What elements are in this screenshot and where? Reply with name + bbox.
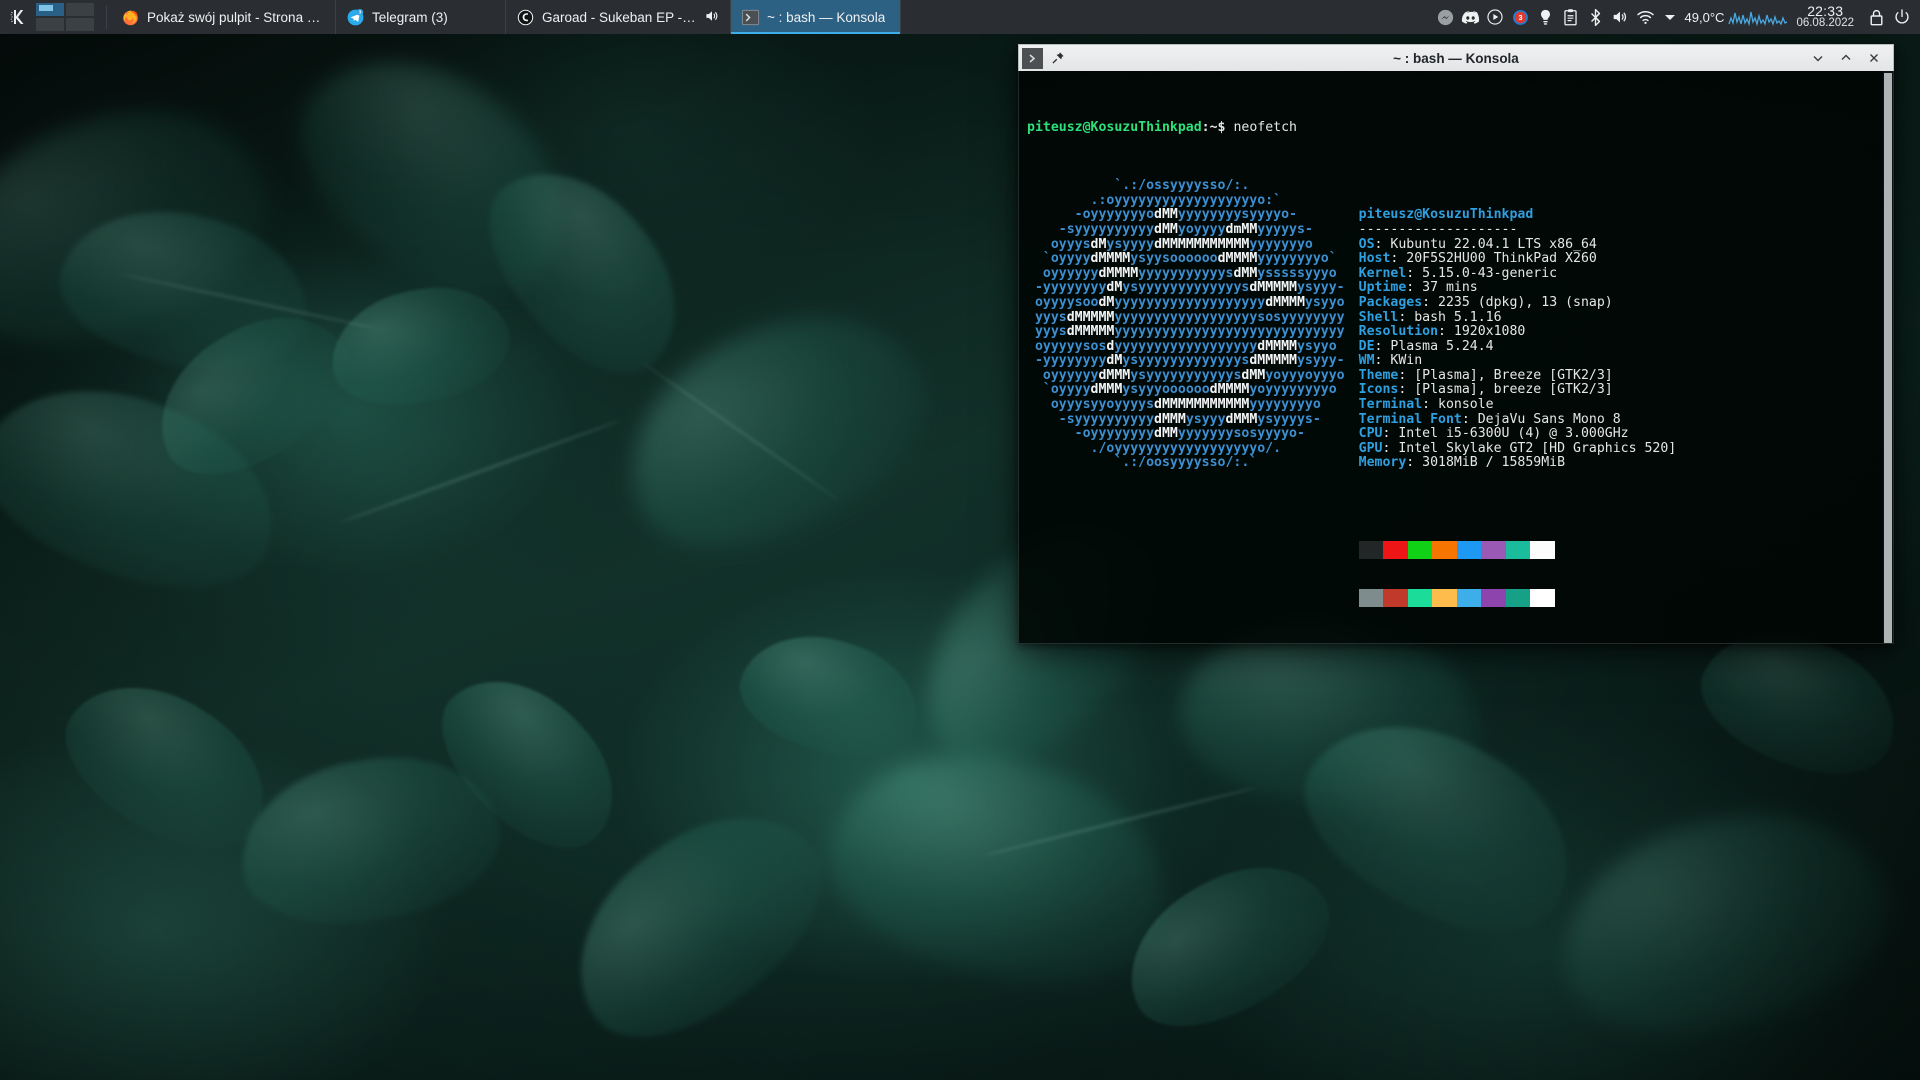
neofetch-output: `.:/ossyyyysso/:. .:oyyyyyyyyyyyyyyyyyyo…: [1027, 178, 1893, 643]
pager-desktop-3[interactable]: [36, 18, 64, 31]
pager-desktop-1[interactable]: [36, 3, 64, 16]
clock-time: 22:33: [1807, 3, 1844, 19]
palette-swatch-bright-4: [1456, 588, 1482, 607]
prompt-user-host: piteusz@KosuzuThinkpad: [1027, 119, 1202, 135]
konsole-titlebar[interactable]: ~ : bash — Konsola: [1018, 44, 1894, 71]
taskbar-item-audacious[interactable]: Garoad - Sukeban EP - E...: [506, 0, 731, 34]
terminal-command-line: piteusz@KosuzuThinkpad:~$ neofetch: [1027, 119, 1893, 136]
palette-swatch-bright-7: [1530, 588, 1555, 607]
taskbar-item-label: Garoad - Sukeban EP - E...: [542, 9, 697, 25]
taskbar-item-konsole[interactable]: ~ : bash — Konsola: [731, 0, 901, 34]
neofetch-color-palette: [1358, 512, 1677, 636]
pager-window-preview: [39, 5, 53, 11]
clock-date: 06.08.2022: [1796, 17, 1854, 30]
palette-swatch-bright-2: [1407, 588, 1433, 607]
taskbar-item-label: Telegram (3): [372, 9, 448, 25]
palette-swatch-normal-3: [1432, 541, 1457, 560]
palette-swatch-bright-6: [1505, 588, 1531, 607]
media-player-icon[interactable]: [1483, 0, 1508, 34]
telegram-icon: 3: [346, 8, 365, 27]
pin-icon[interactable]: [1049, 49, 1067, 67]
pager-desktop-2[interactable]: [66, 3, 94, 16]
palette-swatch-normal-4: [1456, 541, 1482, 560]
volume-icon[interactable]: [1608, 0, 1633, 34]
kde-panel: Pokaż swój pulpit - Strona 56... 3 Teleg…: [0, 0, 1920, 34]
network-monitor-graph[interactable]: [1726, 0, 1790, 34]
messenger-icon[interactable]: [1433, 0, 1458, 34]
palette-swatch-normal-7: [1530, 541, 1555, 560]
digital-clock[interactable]: 22:33 06.08.2022: [1790, 4, 1864, 30]
pager-desktop-4[interactable]: [66, 18, 94, 31]
prompt-path: :~$: [1201, 119, 1226, 135]
konsole-icon: [741, 8, 760, 27]
wallpaper-leaf: [1542, 787, 1908, 1058]
discord-icon[interactable]: [1458, 0, 1483, 34]
palette-swatch-bright-3: [1432, 588, 1457, 607]
wallpaper-leaf-vein: [338, 418, 622, 525]
palette-swatch-bright-1: [1383, 588, 1408, 607]
notifications-icon[interactable]: 3: [1508, 0, 1533, 34]
palette-swatch-bright-0: [1358, 588, 1384, 607]
system-tray: 3 49,0°C 22:33 06.08.2022: [1433, 0, 1920, 34]
palette-swatch-normal-6: [1505, 541, 1531, 560]
palette-swatch-normal-0: [1358, 541, 1384, 560]
cpu-temperature-label: 49,0°C: [1684, 9, 1725, 25]
konsole-window-title: ~ : bash — Konsola: [1393, 50, 1519, 66]
lock-icon[interactable]: [1864, 0, 1889, 34]
taskbar-item-telegram[interactable]: 3 Telegram (3): [336, 0, 506, 34]
konsole-window[interactable]: ~ : bash — Konsola piteusz@KosuzuThinkpa…: [1018, 44, 1894, 644]
panel-separator: [106, 5, 107, 29]
palette-swatch-normal-1: [1383, 541, 1408, 560]
neofetch-ascii-logo: `.:/ossyyyysso/:. .:oyyyyyyyyyyyyyyyyyyo…: [1034, 178, 1345, 471]
firefox-icon: [121, 8, 140, 27]
terminal-screen[interactable]: piteusz@KosuzuThinkpad:~$ neofetch `.:/o…: [1018, 71, 1894, 644]
vertical-scrollbar[interactable]: [1883, 71, 1893, 643]
taskbar-item-label: ~ : bash — Konsola: [767, 9, 886, 25]
bulb-icon[interactable]: [1533, 0, 1558, 34]
minimize-icon[interactable]: [1805, 47, 1831, 69]
palette-row-normal: [1358, 541, 1677, 560]
wifi-icon[interactable]: [1633, 0, 1658, 34]
audacious-icon: [516, 8, 535, 27]
scrollbar-thumb[interactable]: [1884, 73, 1892, 643]
hamburger-menu-icon[interactable]: [1022, 47, 1043, 69]
virtual-desktop-pager[interactable]: [36, 0, 102, 34]
taskbar-item-firefox[interactable]: Pokaż swój pulpit - Strona 56...: [111, 0, 336, 34]
taskbar-item-label: Pokaż swój pulpit - Strona 56...: [147, 9, 325, 25]
close-icon[interactable]: [1861, 47, 1887, 69]
neofetch-info-block: piteusz@KosuzuThinkpad -----------------…: [1358, 207, 1677, 471]
palette-row-bright: [1358, 588, 1677, 607]
svg-text:3: 3: [1518, 13, 1522, 22]
power-icon[interactable]: [1889, 0, 1914, 34]
tray-expand-icon[interactable]: [1658, 0, 1683, 34]
prompt-command: neofetch: [1225, 119, 1297, 135]
maximize-icon[interactable]: [1833, 47, 1859, 69]
palette-swatch-normal-2: [1407, 541, 1433, 560]
speaker-icon: [704, 8, 720, 27]
kde-application-launcher[interactable]: [0, 0, 36, 34]
wallpaper-leaf: [727, 614, 933, 778]
palette-swatch-normal-5: [1481, 541, 1506, 560]
palette-swatch-bright-5: [1481, 588, 1506, 607]
bluetooth-icon[interactable]: [1583, 0, 1608, 34]
clipboard-icon[interactable]: [1558, 0, 1583, 34]
